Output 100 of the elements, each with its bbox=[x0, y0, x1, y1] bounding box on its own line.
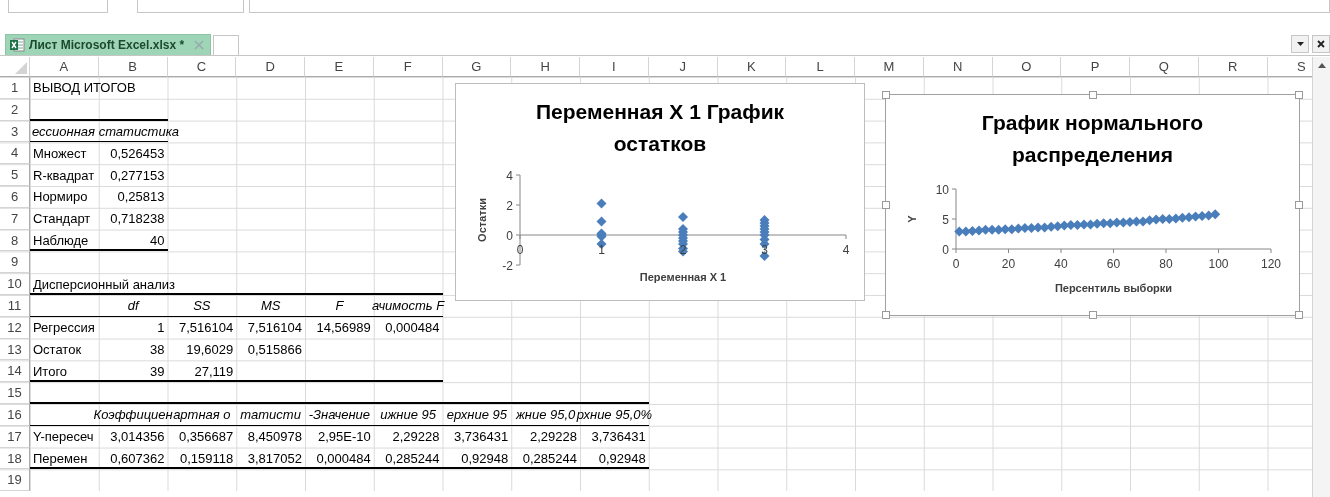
column-header[interactable]: O bbox=[992, 57, 1062, 77]
select-all-corner[interactable] bbox=[0, 57, 30, 77]
axis-tick-label: 2 bbox=[506, 199, 513, 213]
table-cell: татисти bbox=[240, 407, 301, 423]
table-cell: 0,277153 bbox=[110, 167, 165, 183]
table-cell: Дисперсионный анализ bbox=[33, 276, 176, 292]
column-header[interactable]: D bbox=[236, 57, 305, 77]
new-tab[interactable] bbox=[213, 35, 240, 55]
row-header[interactable]: 8 bbox=[0, 229, 30, 252]
table-cell: 2,29228 bbox=[392, 429, 440, 445]
table-cell: Перемен bbox=[33, 450, 88, 466]
chart-title: Переменная X 1 График остатков bbox=[534, 99, 786, 154]
resize-handle[interactable] bbox=[882, 91, 890, 99]
row-header[interactable]: 19 bbox=[0, 469, 30, 492]
table-cell: 7,516104 bbox=[179, 320, 234, 336]
row-header[interactable]: 10 bbox=[0, 273, 30, 295]
column-header[interactable]: I bbox=[580, 57, 649, 77]
axis-tick-label: 4 bbox=[506, 169, 513, 183]
axis-tick-label: 0 bbox=[952, 257, 960, 271]
column-header[interactable]: G bbox=[442, 57, 512, 77]
table-cell: 1 bbox=[157, 320, 165, 336]
row-header[interactable]: 17 bbox=[0, 425, 30, 448]
column-header[interactable]: K bbox=[717, 57, 787, 77]
column-header[interactable]: S bbox=[1267, 57, 1312, 77]
document-tab[interactable]: Лист Microsoft Excel.xlsx * bbox=[5, 34, 212, 55]
column-header[interactable]: L bbox=[786, 57, 855, 77]
name-box[interactable] bbox=[8, 0, 108, 13]
row-header[interactable]: 9 bbox=[0, 251, 30, 274]
resize-handle[interactable] bbox=[1295, 91, 1303, 99]
table-cell: 7,516104 bbox=[247, 320, 302, 336]
column-header[interactable]: Q bbox=[1130, 57, 1199, 77]
column-header[interactable]: N bbox=[923, 57, 993, 77]
resize-handle[interactable] bbox=[882, 311, 890, 319]
table-cell: 0,607362 bbox=[110, 450, 165, 466]
axis-tick-label: 120 bbox=[1261, 257, 1281, 271]
column-header[interactable]: C bbox=[167, 57, 237, 77]
axis-tick-label: 20 bbox=[1001, 257, 1016, 271]
spreadsheet-icon bbox=[9, 37, 25, 53]
row-header[interactable]: 15 bbox=[0, 382, 30, 404]
row-header[interactable]: 11 bbox=[0, 294, 30, 317]
axis-tick-label: -2 bbox=[502, 259, 513, 273]
row-header[interactable]: 14 bbox=[0, 360, 30, 383]
axis-title: Персентиль выборки bbox=[1054, 282, 1173, 294]
row-header[interactable]: 13 bbox=[0, 338, 30, 361]
column-header[interactable]: H bbox=[511, 57, 580, 77]
resize-handle[interactable] bbox=[1088, 91, 1097, 99]
formula-field[interactable] bbox=[249, 0, 1330, 13]
row-header[interactable]: 5 bbox=[0, 164, 30, 186]
column-header[interactable]: F bbox=[373, 57, 443, 77]
corner-triangle-icon bbox=[15, 62, 27, 74]
close-button[interactable] bbox=[1312, 35, 1330, 53]
resize-handle[interactable] bbox=[1295, 201, 1303, 209]
table-cell: 38 bbox=[150, 341, 165, 357]
axis-tick-label: 60 bbox=[1106, 257, 1121, 271]
axis-title: Переменная X 1 bbox=[639, 271, 727, 283]
column-header[interactable]: B bbox=[98, 57, 168, 77]
table-cell: -Значение bbox=[308, 407, 371, 423]
column-header[interactable]: E bbox=[305, 57, 374, 77]
column-header[interactable]: R bbox=[1198, 57, 1268, 77]
axis-tick-label: 40 bbox=[1054, 257, 1068, 271]
column-header[interactable]: M bbox=[855, 57, 924, 77]
table-cell: Стандарт bbox=[33, 211, 91, 227]
close-icon bbox=[194, 40, 205, 50]
chart-area[interactable]: График нормального распределения 0 5 10 0 20 40 60 80 100 120 Персентиль выборки Y bbox=[885, 94, 1300, 316]
row-header[interactable]: 4 bbox=[0, 142, 30, 165]
axis-title: Остатки bbox=[476, 198, 488, 242]
table-cell: ачимость F bbox=[372, 298, 445, 314]
table-cell: ессионная статистика bbox=[32, 124, 180, 139]
resize-handle[interactable] bbox=[1295, 311, 1303, 319]
dropdown-button[interactable] bbox=[1291, 35, 1309, 53]
table-cell: 0,000484 bbox=[316, 450, 371, 466]
table-cell: Y-пересеч bbox=[33, 429, 94, 445]
row-header[interactable]: 7 bbox=[0, 207, 30, 230]
table-cell: жние 95,0 bbox=[515, 407, 576, 423]
table-cell: R-квадрат bbox=[33, 167, 95, 183]
table-cell: 0,285244 bbox=[522, 450, 577, 466]
row-header[interactable]: 12 bbox=[0, 316, 30, 339]
row-header[interactable]: 2 bbox=[0, 98, 30, 121]
table-cell: 3,817052 bbox=[247, 450, 302, 466]
column-header[interactable]: P bbox=[1061, 57, 1130, 77]
table-cell: 0,515866 bbox=[247, 341, 302, 357]
row-header[interactable]: 6 bbox=[0, 186, 30, 208]
resize-handle[interactable] bbox=[882, 201, 890, 209]
axis-tick-label: 100 bbox=[1208, 257, 1229, 271]
vertical-scrollbar[interactable] bbox=[1312, 57, 1330, 497]
caret-icon bbox=[1296, 42, 1304, 46]
table-cell: артная о bbox=[173, 407, 231, 423]
table-cell: 0,285244 bbox=[385, 450, 440, 466]
table-cell: 0,92948 bbox=[461, 450, 509, 466]
close-icon bbox=[1317, 40, 1325, 48]
column-header[interactable]: J bbox=[648, 57, 718, 77]
row-header[interactable]: 1 bbox=[0, 77, 30, 99]
table-cell: 40 bbox=[150, 232, 165, 248]
resize-handle[interactable] bbox=[1088, 311, 1097, 319]
row-header[interactable]: 18 bbox=[0, 447, 30, 470]
row-header[interactable]: 3 bbox=[0, 120, 30, 143]
column-header[interactable]: A bbox=[30, 57, 99, 77]
function-box[interactable] bbox=[137, 0, 244, 13]
table-cell: MS bbox=[260, 298, 281, 314]
row-header[interactable]: 16 bbox=[0, 403, 30, 426]
